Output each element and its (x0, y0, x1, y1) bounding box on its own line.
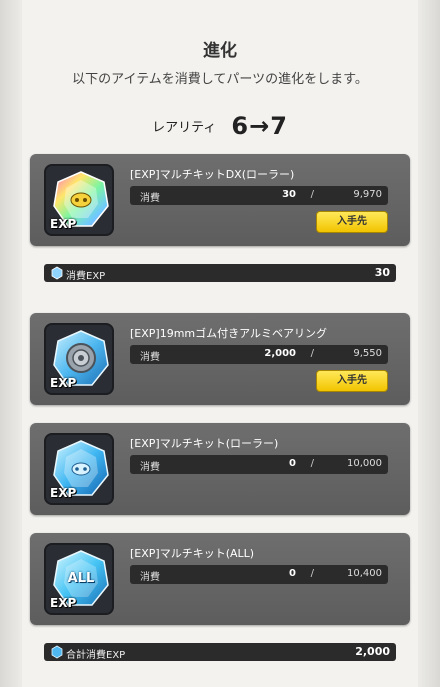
exp-tag: EXP (50, 596, 77, 610)
get-source-button[interactable]: 入手先 (316, 370, 388, 392)
separator: / (310, 348, 314, 359)
consume-amount: 0 (289, 568, 296, 579)
separator: / (310, 568, 314, 579)
consume-amount: 0 (289, 458, 296, 469)
consume-bar: 消費 0 / 10,000 (130, 455, 388, 474)
consume-amount: 30 (282, 189, 296, 200)
item-card: EXP [EXP]マルチキット(ローラー) 消費 0 / 10,000 (30, 423, 410, 515)
consume-bar: 消費 30 / 9,970 (130, 186, 388, 205)
blue-crystal-icon[interactable]: EXP (44, 433, 114, 505)
right-edge-shade (418, 0, 440, 687)
consume-bar: 消費 0 / 10,400 (130, 565, 388, 584)
exp-tag: EXP (50, 376, 77, 390)
total-consume-exp-bar: 合計消費EXP 2,000 (44, 643, 396, 661)
owned-amount: 9,970 (353, 189, 382, 200)
item-name: [EXP]マルチキットDX(ローラー) (130, 168, 295, 181)
consume-amount: 2,000 (264, 348, 296, 359)
bearing-crystal-icon[interactable]: EXP (44, 323, 114, 395)
item-name: [EXP]19mmゴム付きアルミベアリング (130, 327, 328, 340)
gem-icon (51, 266, 63, 280)
get-source-button[interactable]: 入手先 (316, 211, 388, 233)
consume-label: 消費 (140, 462, 160, 473)
item-card: ALL EXP [EXP]マルチキット(ALL) 消費 0 / 10,400 (30, 533, 410, 625)
left-edge-shade (0, 0, 22, 687)
exp-tag: EXP (50, 486, 77, 500)
rarity-label: レアリティ (152, 120, 217, 136)
rarity-row: レアリティ 6→7 (0, 112, 440, 140)
consume-exp-label: 消費EXP (66, 271, 106, 282)
gem-icon (51, 645, 63, 659)
owned-amount: 9,550 (353, 348, 382, 359)
item-card: EXP [EXP]19mmゴム付きアルミベアリング 消費 2,000 / 9,5… (30, 313, 410, 405)
consume-bar: 消費 2,000 / 9,550 (130, 345, 388, 364)
item-name: [EXP]マルチキット(ローラー) (130, 437, 279, 450)
exp-tag: EXP (50, 217, 77, 231)
page-title: 進化 (203, 41, 237, 61)
all-badge: ALL (67, 571, 95, 586)
rarity-value: 6→7 (231, 112, 288, 140)
owned-amount: 10,400 (347, 568, 382, 579)
owned-amount: 10,000 (347, 458, 382, 469)
total-consume-exp-value: 2,000 (355, 645, 390, 658)
consume-label: 消費 (140, 193, 160, 204)
item-name: [EXP]マルチキット(ALL) (130, 547, 255, 560)
item-card: EXP [EXP]マルチキットDX(ローラー) 消費 30 / 9,970 入手… (30, 154, 410, 246)
consume-label: 消費 (140, 352, 160, 363)
consume-exp-value: 30 (374, 266, 390, 279)
total-consume-exp-label: 合計消費EXP (66, 650, 126, 661)
consume-label: 消費 (140, 572, 160, 583)
separator: / (310, 189, 314, 200)
consume-exp-bar: 消費EXP 30 (44, 264, 396, 282)
rainbow-crystal-icon[interactable]: EXP (44, 164, 114, 236)
all-crystal-icon[interactable]: ALL EXP (44, 543, 114, 615)
page-subtitle: 以下のアイテムを消費してパーツの進化をします。 (72, 72, 368, 87)
separator: / (310, 458, 314, 469)
